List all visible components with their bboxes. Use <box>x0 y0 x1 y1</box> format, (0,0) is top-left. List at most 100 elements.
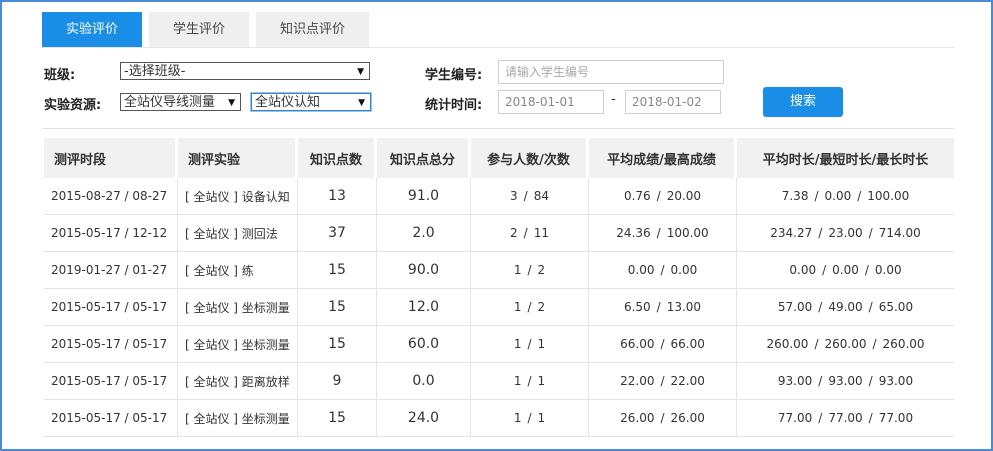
cell-participants: 1/1 <box>471 363 589 400</box>
cell-experiment: [ 全站仪 ] 坐标测量 <box>178 400 298 437</box>
cell-durations: 57.00 / 49.00 / 65.00 <box>737 289 954 326</box>
tab-student-evaluation[interactable]: 学生评价 <box>149 12 250 47</box>
min-time-value: 93.00 <box>828 374 863 388</box>
cell-scores: 24.36 / 100.00 <box>589 215 737 252</box>
min-time-value: 23.00 <box>828 226 863 240</box>
slash: / <box>660 337 665 351</box>
attempts-value: 2 <box>537 263 546 277</box>
dropdown-arrow-icon: ▼ <box>358 98 365 108</box>
cell-participants: 1/2 <box>471 252 589 289</box>
resource-select-primary[interactable]: 全站仪导线测量 ▼ <box>120 93 241 111</box>
slash: / <box>527 337 532 351</box>
tab-experiment-evaluation[interactable]: 实验评价 <box>42 12 143 47</box>
dropdown-arrow-icon: ▼ <box>228 98 235 108</box>
cell-kp-count: 15 <box>298 326 377 363</box>
table-row: 2015-05-17 / 05-17[ 全站仪 ] 坐标测量 15 12.0 1/2 6… <box>44 289 954 326</box>
tab-bar: 实验评价 学生评价 知识点评价 <box>42 12 376 48</box>
cell-period: 2015-05-17 / 05-17 <box>44 326 178 363</box>
avg-time-value: 7.38 <box>781 189 809 203</box>
class-select[interactable]: -选择班级- ▼ <box>120 62 370 80</box>
cell-participants: 1/2 <box>471 289 589 326</box>
avg-time-value: 234.27 <box>770 226 813 240</box>
max-time-value: 93.00 <box>878 374 914 388</box>
cell-durations: 93.00 / 93.00 / 93.00 <box>737 363 954 400</box>
cell-scores: 66.00 / 66.00 <box>589 326 737 363</box>
cell-experiment: [ 全站仪 ] 练 <box>178 252 298 289</box>
table-row: 2019-01-27 / 01-27[ 全站仪 ] 练 15 90.0 1/2 0.00… <box>44 252 954 289</box>
slash: / <box>527 263 532 277</box>
cell-durations: 260.00 / 260.00 / 260.00 <box>737 326 954 363</box>
cell-period: 2015-05-17 / 05-17 <box>44 400 178 437</box>
slash: / <box>523 226 528 240</box>
cell-participants: 1/1 <box>471 400 589 437</box>
cell-kp-total: 0.0 <box>377 363 471 400</box>
cell-scores: 0.76 / 20.00 <box>589 178 737 215</box>
slash: / <box>868 411 873 425</box>
slash: / <box>864 263 869 277</box>
cell-kp-total: 90.0 <box>377 252 471 289</box>
table-row: 2015-05-17 / 05-17[ 全站仪 ] 距离放样 9 0.0 1/1 22.… <box>44 363 954 400</box>
header-period: 测评时段 <box>44 138 178 178</box>
cell-period: 2015-05-17 / 05-17 <box>44 363 178 400</box>
max-time-value: 0.00 <box>874 263 902 277</box>
max-score-value: 20.00 <box>666 189 702 203</box>
slash: / <box>527 411 532 425</box>
max-time-value: 714.00 <box>878 226 921 240</box>
tab-knowledge-point-evaluation[interactable]: 知识点评价 <box>256 12 370 47</box>
student-id-input[interactable]: 请输入学生编号 <box>498 60 724 84</box>
slash: / <box>660 374 665 388</box>
slash: / <box>656 226 661 240</box>
cell-period: 2015-05-17 / 12-12 <box>44 215 178 252</box>
avg-time-value: 0.00 <box>789 263 817 277</box>
min-time-value: 49.00 <box>828 300 863 314</box>
cell-experiment: [ 全站仪 ] 测回法 <box>178 215 298 252</box>
header-scores: 平均成绩/最高成绩 <box>589 138 737 178</box>
slash: / <box>814 337 819 351</box>
cell-kp-count: 15 <box>298 289 377 326</box>
cell-participants: 2 / 11 <box>471 215 589 252</box>
slash: / <box>523 189 528 203</box>
date-to-input[interactable]: 2018-01-02 <box>625 90 721 114</box>
cell-period: 2015-05-17 / 05-17 <box>44 289 178 326</box>
cell-scores: 0.00 / 0.00 <box>589 252 737 289</box>
table-row: 2015-08-27 / 08-27[ 全站仪 ] 设备认知 13 91.0 3 / 84… <box>44 178 954 215</box>
header-kp-total: 知识点总分 <box>377 138 471 178</box>
cell-scores: 22.00 / 22.00 <box>589 363 737 400</box>
cell-kp-total: 91.0 <box>377 178 471 215</box>
participants-value: 2 <box>510 226 518 240</box>
slash: / <box>814 189 819 203</box>
table-row: 2015-05-17 / 05-17[ 全站仪 ] 坐标测量 15 60.0 1/1 6… <box>44 326 954 363</box>
date-from-input[interactable]: 2018-01-01 <box>498 90 604 114</box>
table-row: 2015-05-17 / 05-17[ 全站仪 ] 坐标测量 15 24.0 1/1 2… <box>44 400 954 437</box>
slash: / <box>857 189 862 203</box>
avg-score-value: 22.00 <box>620 374 655 388</box>
cell-durations: 234.27 / 23.00 / 714.00 <box>737 215 954 252</box>
avg-time-value: 57.00 <box>777 300 813 314</box>
avg-score-value: 24.36 <box>616 226 651 240</box>
cell-experiment: [ 全站仪 ] 设备认知 <box>178 178 298 215</box>
slash: / <box>868 300 873 314</box>
slash: / <box>656 300 661 314</box>
cell-kp-total: 12.0 <box>377 289 471 326</box>
search-button[interactable]: 搜索 <box>763 87 843 117</box>
slash: / <box>527 300 532 314</box>
cell-durations: 7.38 / 0.00 / 100.00 <box>737 178 954 215</box>
min-time-value: 0.00 <box>824 189 852 203</box>
max-score-value: 0.00 <box>670 263 698 277</box>
cell-period: 2015-08-27 / 08-27 <box>44 178 178 215</box>
class-select-value: -选择班级- <box>124 64 186 79</box>
header-experiment: 测评实验 <box>178 138 298 178</box>
cell-kp-total: 2.0 <box>377 215 471 252</box>
max-time-value: 77.00 <box>878 411 914 425</box>
slash: / <box>656 189 661 203</box>
cell-kp-count: 13 <box>298 178 377 215</box>
resource-select-secondary[interactable]: 全站仪认知 ▼ <box>250 92 372 112</box>
cell-scores: 26.00 / 26.00 <box>589 400 737 437</box>
filter-divider <box>42 128 954 129</box>
max-score-value: 66.00 <box>670 337 705 351</box>
table-header-row: 测评时段 测评实验 知识点数 知识点总分 参与人数/次数 平均成绩/最高成绩 平… <box>44 138 954 178</box>
cell-experiment: [ 全站仪 ] 坐标测量 <box>178 326 298 363</box>
slash: / <box>872 337 877 351</box>
slash: / <box>818 300 823 314</box>
resource-select-secondary-value: 全站仪认知 <box>255 95 321 110</box>
